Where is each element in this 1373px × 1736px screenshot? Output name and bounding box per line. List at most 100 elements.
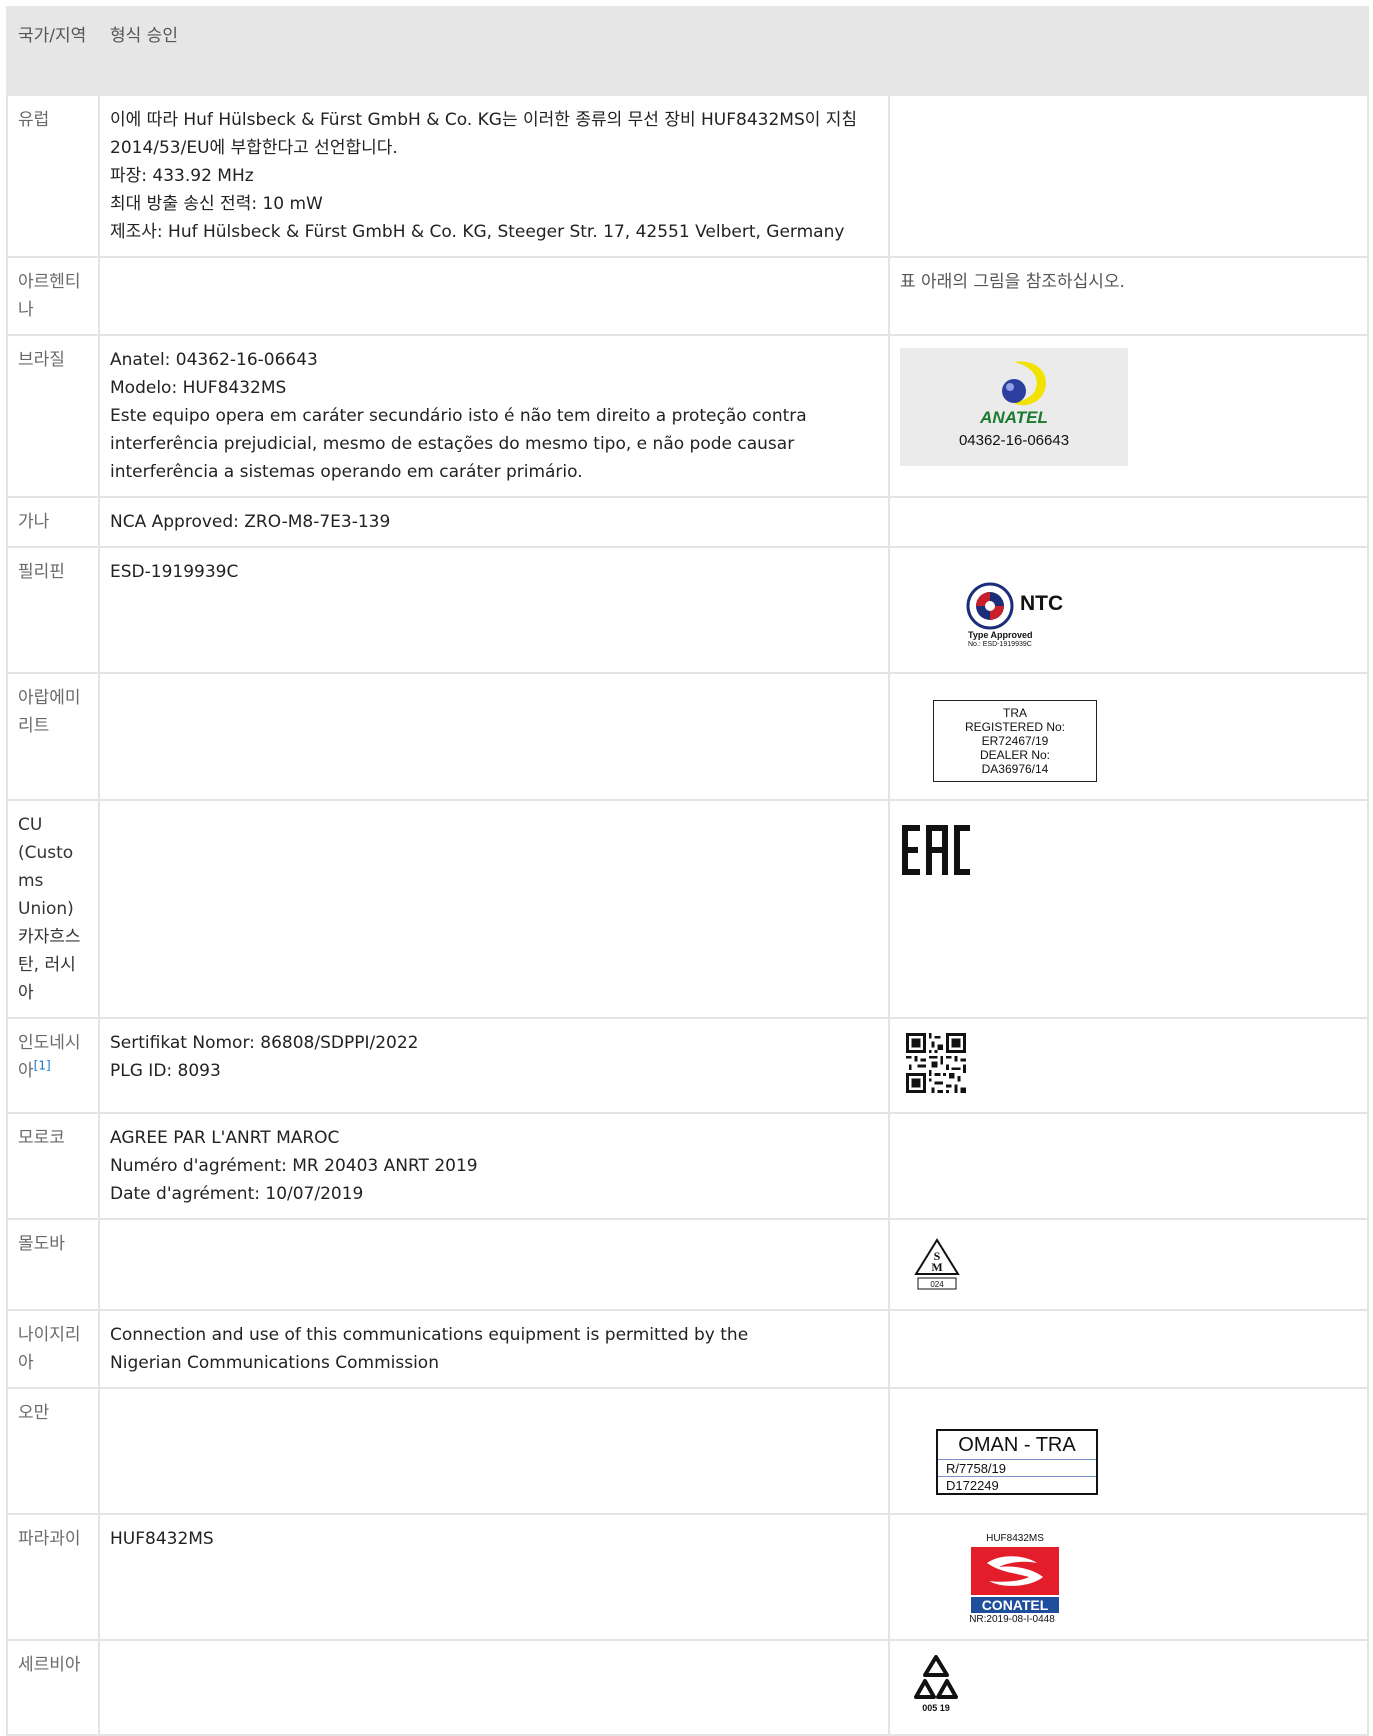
morocco-agree: AGREE PAR L'ANRT MAROC [110,1128,340,1148]
approval-image-cell: ANATEL 04362-16-06643 [888,334,1369,498]
tra-registered-number: ER72467/19 [981,734,1049,748]
table-row: 인도네시아[1] Sertifikat Nomor: 86808/SDPPI/2… [6,1017,1369,1114]
table-row: CU (Customs Union) 카자흐스탄, 러시아 [6,799,1369,1019]
brazil-model: Modelo: HUF8432MS [110,378,287,398]
sm-conformity-icon: S M 024 [914,1238,960,1290]
footnote-link[interactable]: [1] [34,1058,51,1072]
country-cell: 파라과이 [6,1513,100,1641]
indonesia-plg-id: PLG ID: 8093 [110,1061,221,1081]
approval-image-cell: TRA REGISTERED No: ER72467/19 DEALER No:… [888,672,1369,801]
moldova-logo-number: 024 [930,1280,944,1289]
approval-image-cell [888,496,1369,548]
approval-text-cell: Anatel: 04362-16-06643 Modelo: HUF8432MS… [98,334,890,498]
eu-max-power: 최대 방출 송신 전력: 10 mW [110,194,323,214]
approval-image-cell [888,1112,1369,1220]
eac-logo [902,825,970,875]
table-row: 몰도바 S M 024 [6,1218,1369,1311]
approval-image-cell: NTC Type Approved No.: ESD-1919939C [888,546,1369,674]
philippines-approval-text: ESD-1919939C [98,546,890,674]
type-approval-table: 국가/지역 형식 승인 유럽 이에 따라 Huf Hülsbeck & Fürs… [6,6,1369,1736]
table-row: 필리핀 ESD-1919939C NTC Type Approved No.: … [6,546,1369,674]
conatel-emblem-icon: CONATEL [971,1547,1059,1613]
table-row: 나이지리아 Connection and use of this communi… [6,1309,1369,1389]
table-row: 파라과이 HUF8432MS HUF8432MS CONATEL NR:2019… [6,1513,1369,1641]
approval-text-cell [98,1387,890,1515]
approval-image-cell [888,1309,1369,1389]
tra-registered-label: REGISTERED No: [964,720,1066,734]
approval-text-cell [98,1639,890,1736]
approval-text-cell [98,672,890,801]
conatel-logo: HUF8432MS CONATEL NR:2019-08-I-0448 [960,1533,1070,1627]
serbia-conformity-icon: 005 19 [914,1655,958,1713]
country-cell: CU (Customs Union) 카자흐스탄, 러시아 [6,799,100,1019]
approval-image-cell: S M 024 [888,1218,1369,1311]
approval-image-cell [888,799,1369,1019]
approval-image-cell: 005 19 [888,1639,1369,1736]
indonesia-certificate: Sertifikat Nomor: 86808/SDPPI/2022 [110,1033,419,1053]
ntc-logo: NTC Type Approved No.: ESD-1919939C [966,582,1106,662]
approval-image-cell: HUF8432MS CONATEL NR:2019-08-I-0448 [888,1513,1369,1641]
approval-text-cell: Sertifikat Nomor: 86808/SDPPI/2022 PLG I… [98,1017,890,1114]
anatel-wordmark: ANATEL [980,408,1048,427]
svg-text:M: M [931,1260,942,1274]
conatel-model: HUF8432MS [986,1533,1044,1544]
anatel-logo: ANATEL 04362-16-06643 [900,348,1128,466]
approval-text-cell: 이에 따라 Huf Hülsbeck & Fürst GmbH & Co. KG… [98,94,890,258]
table-row: 오만 OMAN - TRA R/7758/19 D172249 [6,1387,1369,1515]
tra-dealer-number: DA36976/14 [981,762,1049,776]
ghana-approval-text: NCA Approved: ZRO-M8-7E3-139 [98,496,890,548]
approval-image-cell [888,1017,1369,1114]
country-cell: 가나 [6,496,100,548]
country-cell: 모로코 [6,1112,100,1220]
brazil-statement: Este equipo opera em caráter secundário … [110,406,807,482]
table-row: 아랍에미리트 TRA REGISTERED No: ER72467/19 DEA… [6,672,1369,801]
eu-manufacturer: 제조사: Huf Hülsbeck & Fürst GmbH & Co. KG,… [110,222,845,242]
approval-text-cell [98,256,890,336]
table-header-row: 국가/지역 형식 승인 [6,6,1369,96]
oman-title: OMAN - TRA [958,1434,1076,1456]
brazil-anatel-number: Anatel: 04362-16-06643 [110,350,318,370]
qr-code-icon [906,1033,966,1093]
eu-declaration: 이에 따라 Huf Hülsbeck & Fürst GmbH & Co. KG… [110,110,858,158]
serbia-logo-number: 005 19 [922,1703,950,1713]
nigeria-approval-text: Connection and use of this communication… [98,1309,890,1389]
country-cell: 필리핀 [6,546,100,674]
approval-text-cell: AGREE PAR L'ANRT MAROC Numéro d'agrément… [98,1112,890,1220]
country-cell: 세르비아 [6,1639,100,1736]
country-name: 인도네시아 [18,1033,81,1081]
table-row: 가나 NCA Approved: ZRO-M8-7E3-139 [6,496,1369,548]
header-approval: 형식 승인 [98,6,1369,96]
conatel-number: NR:2019-08-I-0448 [969,1614,1055,1625]
table-row: 세르비아 005 19 [6,1639,1369,1736]
page: 국가/지역 형식 승인 유럽 이에 따라 Huf Hülsbeck & Fürs… [0,0,1373,1736]
ntc-seal-icon [966,582,1014,630]
tra-label: TRA REGISTERED No: ER72467/19 DEALER No:… [933,700,1097,782]
approval-image-cell: OMAN - TRA R/7758/19 D172249 [888,1387,1369,1515]
oman-d-number: D172249 [938,1476,1096,1493]
country-cell: 브라질 [6,334,100,498]
tra-dealer-label: DEALER No: [979,748,1051,762]
oman-tra-label: OMAN - TRA R/7758/19 D172249 [936,1429,1098,1495]
header-country: 국가/지역 [6,6,100,96]
ntc-wordmark: NTC [1020,592,1064,615]
approval-text-cell [98,799,890,1019]
approval-text-cell [98,1218,890,1311]
morocco-number: Numéro d'agrément: MR 20403 ANRT 2019 [110,1156,478,1176]
table-row: 유럽 이에 따라 Huf Hülsbeck & Fürst GmbH & Co.… [6,94,1369,258]
eu-frequency: 파장: 433.92 MHz [110,166,254,186]
country-cell: 유럽 [6,94,100,258]
country-cell: 나이지리아 [6,1309,100,1389]
morocco-date: Date d'agrément: 10/07/2019 [110,1184,364,1204]
ntc-number: No.: ESD-1919939C [968,641,1032,648]
country-cell: 아랍에미리트 [6,672,100,801]
country-cell: 인도네시아[1] [6,1017,100,1114]
country-cell: 몰도바 [6,1218,100,1311]
oman-r-number: R/7758/19 [938,1459,1096,1476]
anatel-number: 04362-16-06643 [958,432,1070,449]
paraguay-approval-text: HUF8432MS [98,1513,890,1641]
country-cell: 오만 [6,1387,100,1515]
table-row: 모로코 AGREE PAR L'ANRT MAROC Numéro d'agré… [6,1112,1369,1220]
table-row: 아르헨티나 표 아래의 그림을 참조하십시오. [6,256,1369,336]
country-cell: 아르헨티나 [6,256,100,336]
conatel-wordmark: CONATEL [982,1597,1049,1613]
